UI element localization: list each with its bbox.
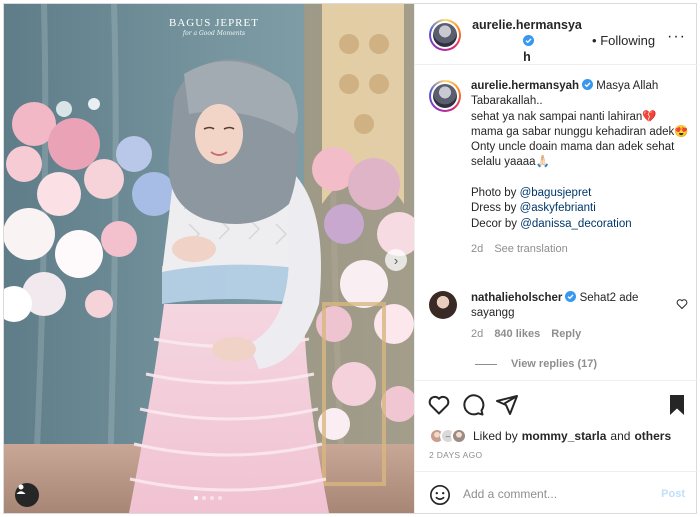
- credit-prefix: Dress by: [471, 202, 520, 215]
- view-replies-label[interactable]: View replies (17): [511, 358, 597, 370]
- comment-username[interactable]: nathalieholscher: [471, 292, 562, 304]
- mention-link[interactable]: @askyfebrianti: [520, 202, 596, 214]
- post-date[interactable]: 2 DAYS AGO: [429, 450, 482, 460]
- view-replies-button[interactable]: View replies (17): [475, 358, 597, 370]
- commenter-avatar[interactable]: [429, 291, 457, 319]
- post-caption: aurelie.hermansyah Masya Allah Tabarakal…: [471, 79, 691, 257]
- likes-summary[interactable]: – Liked by mommy_starla and others: [429, 427, 671, 445]
- post-photo: [4, 4, 414, 513]
- author-username[interactable]: aurelie.hermansya: [472, 18, 582, 32]
- post-actions-bar: [415, 380, 698, 420]
- post-side-panel: aurelie.hermansya h • Following ··· aure…: [414, 4, 698, 513]
- liked-by-and: and: [610, 429, 631, 443]
- comment-like-heart-icon[interactable]: [676, 298, 688, 310]
- add-comment-input[interactable]: [463, 482, 653, 506]
- author-username-block[interactable]: aurelie.hermansya h: [471, 17, 583, 65]
- comment-age[interactable]: 2d: [471, 328, 483, 340]
- caption-line: mama ga sabar nunggu kehadiran adek😍: [471, 125, 689, 138]
- liked-by-user[interactable]: mommy_starla: [522, 429, 607, 443]
- bookmark-icon[interactable]: [665, 393, 689, 417]
- following-button[interactable]: Following: [600, 33, 655, 48]
- verified-icon: [565, 291, 577, 302]
- watermark-subtitle: for a Good Moments: [182, 30, 246, 37]
- verified-icon: [582, 79, 594, 90]
- comment-meta: 2d 840 likes Reply: [471, 327, 671, 342]
- user-tag-icon: [16, 484, 26, 494]
- mention-link[interactable]: @danissa_decoration: [520, 218, 631, 230]
- chevron-right-icon: ›: [393, 252, 399, 268]
- comment-likes[interactable]: 840 likes: [494, 328, 540, 340]
- caption-author-avatar[interactable]: [429, 80, 461, 112]
- comment-icon[interactable]: [461, 393, 485, 417]
- caption-meta: 2d See translation: [471, 242, 691, 257]
- user-tag-button[interactable]: [15, 483, 39, 507]
- caption-age[interactable]: 2d: [471, 243, 483, 255]
- caption-line: Onty uncle doain mama dan adek sehat sel…: [471, 141, 675, 169]
- verified-icon: [523, 35, 534, 46]
- liked-by-others[interactable]: others: [634, 429, 671, 443]
- post-dialog: BAGUS JEPRET for a Good Moments › aureli…: [3, 3, 698, 514]
- caption-line: sehat ya nak sampai nanti lahiran💔: [471, 110, 657, 123]
- author-username-wrap[interactable]: h: [523, 50, 531, 64]
- see-translation-button[interactable]: See translation: [494, 243, 567, 255]
- watermark-title: BAGUS JEPRET: [169, 17, 259, 29]
- credit-prefix: Decor by: [471, 217, 521, 230]
- following-status[interactable]: • Following: [592, 33, 655, 48]
- add-comment-bar: Post: [415, 471, 698, 513]
- share-icon[interactable]: [495, 393, 519, 417]
- emoji-icon[interactable]: [429, 484, 451, 506]
- more-options-button[interactable]: ···: [667, 28, 686, 46]
- carousel-dot: [218, 496, 222, 500]
- carousel-dot: [210, 496, 214, 500]
- post-comment-button[interactable]: Post: [661, 488, 685, 500]
- reply-button[interactable]: Reply: [551, 328, 581, 340]
- carousel-indicator: [194, 496, 222, 500]
- heart-icon[interactable]: [427, 393, 451, 417]
- carousel-next-button[interactable]: ›: [385, 249, 407, 271]
- post-header: aurelie.hermansya h • Following ···: [415, 4, 698, 65]
- credit-prefix: Photo by: [471, 187, 520, 200]
- post-media[interactable]: BAGUS JEPRET for a Good Moments ›: [4, 4, 414, 513]
- liker-avatar: [451, 428, 467, 444]
- liked-by-prefix: Liked by: [473, 429, 518, 443]
- replies-divider: [475, 363, 497, 365]
- comment-item: nathalieholscher Sehat2 ade sayangg 2d 8…: [471, 291, 671, 342]
- photo-watermark: BAGUS JEPRET for a Good Moments: [154, 17, 274, 37]
- caption-username[interactable]: aurelie.hermansyah: [471, 80, 579, 92]
- carousel-dot: [194, 496, 198, 500]
- author-avatar[interactable]: [429, 19, 461, 51]
- carousel-dot: [202, 496, 206, 500]
- comments-scroll-area[interactable]: aurelie.hermansyah Masya Allah Tabarakal…: [415, 66, 698, 380]
- mention-link[interactable]: @bagusjepret: [520, 187, 592, 199]
- separator-dot: •: [592, 33, 597, 48]
